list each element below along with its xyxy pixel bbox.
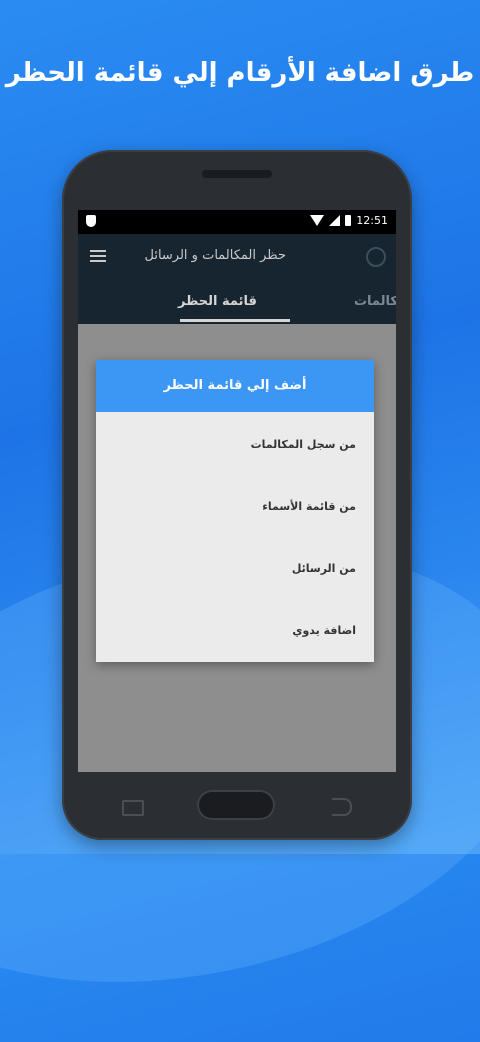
signal-icon: [329, 215, 341, 226]
option-from-messages[interactable]: من الرسائل: [292, 562, 356, 575]
dialog-title: أضف إلي قائمة الحظر: [96, 360, 374, 412]
tab-block-list[interactable]: قائمة الحظر: [178, 294, 257, 309]
recent-apps-icon[interactable]: [122, 800, 144, 816]
phone-earpiece: [202, 170, 272, 178]
refresh-icon[interactable]: [366, 247, 386, 267]
home-button[interactable]: [197, 790, 275, 820]
status-bar: 12:51: [78, 210, 396, 234]
phone-screen: 12:51 حظر المكالمات و الرسائل قائمة الحظ…: [78, 210, 396, 772]
tab-indicator: [180, 319, 290, 322]
shield-icon: [86, 215, 96, 227]
promo-headline: طرق اضافة الأرقام إلي قائمة الحظر: [5, 58, 475, 88]
option-from-call-log[interactable]: من سجل المكالمات: [251, 438, 356, 451]
tab-bar: قائمة الحظر المكالمات: [78, 284, 396, 324]
wifi-icon: [310, 215, 325, 226]
status-time: 12:51: [356, 214, 388, 227]
battery-icon: [345, 215, 352, 226]
status-right-group: 12:51: [310, 214, 388, 227]
hardware-nav-bar: [62, 780, 412, 840]
app-title: حظر المكالمات و الرسائل: [144, 248, 286, 263]
option-from-contacts[interactable]: من قائمة الأسماء: [262, 500, 356, 513]
menu-icon[interactable]: [90, 250, 106, 262]
tab-calls[interactable]: المكالمات: [354, 294, 396, 309]
add-to-blocklist-dialog: أضف إلي قائمة الحظر من سجل المكالمات من …: [96, 360, 374, 662]
app-bar: حظر المكالمات و الرسائل: [78, 234, 396, 284]
back-icon[interactable]: [332, 798, 352, 816]
phone-frame: 12:51 حظر المكالمات و الرسائل قائمة الحظ…: [62, 150, 412, 840]
option-manual-add[interactable]: اضافة يدوي: [292, 624, 356, 637]
